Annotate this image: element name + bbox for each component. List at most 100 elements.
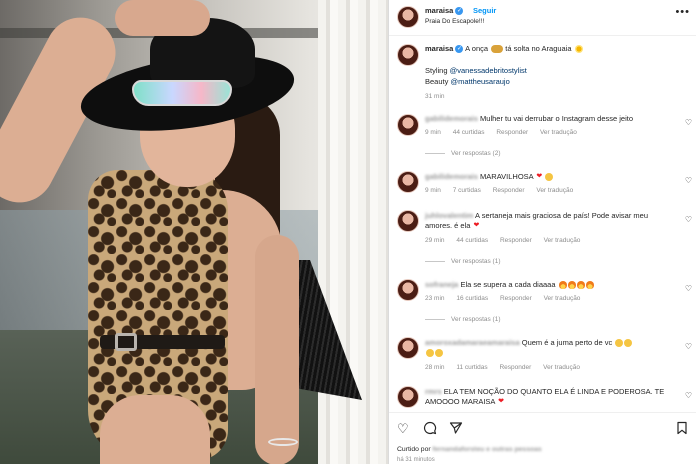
sun-emoji-icon: [574, 45, 583, 54]
view-replies-button[interactable]: Ver respostas (1): [425, 258, 501, 265]
comment-meta: 28 min 11 curtidas Responder Ver traduçã…: [425, 364, 590, 371]
post-actions-bar: ♡ Curtido por fernandaforsteu e outras p…: [389, 412, 696, 464]
view-replies-label[interactable]: Ver respostas (2): [451, 150, 501, 157]
photo-sunglasses: [132, 80, 232, 106]
comment-avatar[interactable]: [397, 171, 419, 193]
photo-leg: [100, 395, 210, 464]
reply-button[interactable]: Responder: [496, 129, 528, 136]
comment-text: rmrs ELA TEM NOÇÃO DO QUANTO ELA É LINDA…: [425, 387, 665, 407]
comment-meta: 23 min 16 curtidas Responder Ver traduçã…: [425, 295, 590, 302]
comment-meta: 9 min 44 curtidas Responder Ver tradução: [425, 129, 587, 136]
styling-handle-link[interactable]: @vanessadebritostylist: [450, 66, 527, 75]
comment-body: Quem é a juma perto de vc: [521, 338, 613, 347]
replies-line: [425, 318, 445, 320]
translate-button[interactable]: Ver tradução: [544, 237, 581, 244]
beauty-handle-link[interactable]: @mattheusaraujo: [450, 77, 509, 86]
comment-avatar[interactable]: [397, 114, 419, 136]
comment-meta: 9 min 7 curtidas Responder Ver tradução: [425, 187, 583, 194]
comment-avatar[interactable]: [397, 386, 419, 408]
post-header: maraisa ✓ Seguir Praia Do Escapole!!! ••…: [389, 0, 696, 36]
caption-username[interactable]: maraisa: [425, 44, 453, 53]
caption-styling-line: Styling @vanessadebritostylist: [425, 66, 665, 76]
comment-username[interactable]: rmrs: [425, 387, 442, 396]
comment-likes[interactable]: 16 curtidas: [456, 295, 488, 302]
comment-avatar[interactable]: [397, 279, 419, 301]
liked-by-prefix: Curtido por: [397, 446, 431, 453]
comment-username[interactable]: sofraneja: [425, 280, 458, 289]
caption-body-cont: tá solta no Araguaia: [505, 44, 572, 53]
comment-time: 9 min: [425, 187, 441, 194]
comment-body: Mulher tu vai derrubar o Instagram desse…: [480, 114, 634, 123]
send-icon[interactable]: [449, 421, 463, 438]
more-horizontal-icon[interactable]: •••: [675, 6, 690, 18]
comment-likes[interactable]: 7 curtidas: [453, 187, 481, 194]
comment-avatar[interactable]: [397, 337, 419, 359]
leopard-emoji-icon: [491, 45, 504, 54]
comment-time: 29 min: [425, 237, 445, 244]
translate-button[interactable]: Ver tradução: [544, 295, 581, 302]
view-replies-label[interactable]: Ver respostas (1): [451, 258, 501, 265]
replies-line: [425, 260, 445, 262]
post-photo[interactable]: [0, 0, 388, 464]
bookmark-icon[interactable]: [676, 421, 688, 438]
red-heart-emoji-icon: ❤: [536, 173, 543, 181]
styling-label: Styling: [425, 66, 448, 75]
red-heart-emoji-icon: ❤: [473, 222, 480, 230]
comment-heart-icon[interactable]: ♡: [685, 284, 692, 293]
replies-line: [425, 152, 445, 154]
translate-button[interactable]: Ver tradução: [543, 364, 580, 371]
comment-username[interactable]: juhlovalentim: [425, 211, 473, 220]
post-location[interactable]: Praia Do Escapole!!!: [425, 18, 484, 25]
beauty-label: Beauty: [425, 77, 449, 86]
comment-likes[interactable]: 44 curtidas: [456, 237, 488, 244]
caption-time: 31 min: [425, 93, 445, 100]
comment-heart-icon[interactable]: ♡: [685, 215, 692, 224]
comment-heart-icon[interactable]: ♡: [685, 176, 692, 185]
comment-avatar[interactable]: [397, 210, 419, 232]
comment-username[interactable]: amoroxadamaraeamaraisa: [425, 338, 520, 347]
red-heart-emoji-icon: ❤: [498, 398, 504, 406]
comment-icon[interactable]: [423, 421, 437, 438]
reply-button[interactable]: Responder: [499, 364, 531, 371]
follow-button[interactable]: Seguir: [473, 6, 496, 15]
view-replies-button[interactable]: Ver respostas (2): [425, 150, 501, 157]
reply-button[interactable]: Responder: [500, 295, 532, 302]
author-username-text[interactable]: maraisa: [425, 6, 453, 15]
liked-by-text[interactable]: Curtido por fernandaforsteu e outras pes…: [397, 446, 542, 453]
comment-username[interactable]: gabilidemorais: [425, 172, 478, 181]
laughing-emoji-icon: [624, 339, 633, 348]
comment-likes[interactable]: 44 curtidas: [453, 129, 485, 136]
fire-emoji-icon: [567, 281, 576, 290]
photo-bracelet: [268, 438, 298, 446]
comment-heart-icon[interactable]: ♡: [685, 391, 692, 400]
comment-username[interactable]: gabilidemorais: [425, 114, 478, 123]
view-replies-label[interactable]: Ver respostas (1): [451, 316, 501, 323]
liked-by-user[interactable]: fernandaforsteu: [433, 446, 485, 453]
heart-icon[interactable]: ♡: [397, 421, 409, 437]
author-avatar[interactable]: [397, 6, 419, 28]
photo-arm: [255, 235, 299, 464]
comment-heart-icon[interactable]: ♡: [685, 118, 692, 127]
reply-button[interactable]: Responder: [493, 187, 525, 194]
caption-beauty-line: Beauty @mattheusaraujo: [425, 77, 665, 87]
view-replies-button[interactable]: Ver respostas (1): [425, 316, 501, 323]
translate-button[interactable]: Ver tradução: [540, 129, 577, 136]
comment-likes[interactable]: 11 curtidas: [456, 364, 487, 371]
comment-body: MARAVILHOSA: [480, 172, 534, 181]
heart-eyes-emoji-icon: [435, 349, 443, 358]
caption-text: maraisa ✓ A onça tá solta no Araguaia: [425, 44, 665, 54]
comment-text: amoroxadamaraeamaraisa Quem é a juma per…: [425, 338, 665, 358]
reply-button[interactable]: Responder: [500, 237, 532, 244]
comment-text: gabilidemorais MARAVILHOSA ❤: [425, 172, 665, 182]
verified-icon: ✓: [455, 7, 464, 16]
caption-avatar[interactable]: [397, 44, 419, 66]
comment-body: Ela se supera a cada diaaaa: [460, 280, 556, 289]
comment-time: 28 min: [425, 364, 445, 371]
translate-button[interactable]: Ver tradução: [536, 187, 573, 194]
comment-text: gabilidemorais Mulher tu vai derrubar o …: [425, 114, 665, 124]
liked-by-suffix[interactable]: e outras pessoas: [486, 446, 542, 453]
author-username[interactable]: maraisa ✓: [425, 6, 464, 16]
comment-heart-icon[interactable]: ♡: [685, 342, 692, 351]
post-side-panel: maraisa ✓ Seguir Praia Do Escapole!!! ••…: [389, 0, 696, 464]
comment-time: 23 min: [425, 295, 445, 302]
